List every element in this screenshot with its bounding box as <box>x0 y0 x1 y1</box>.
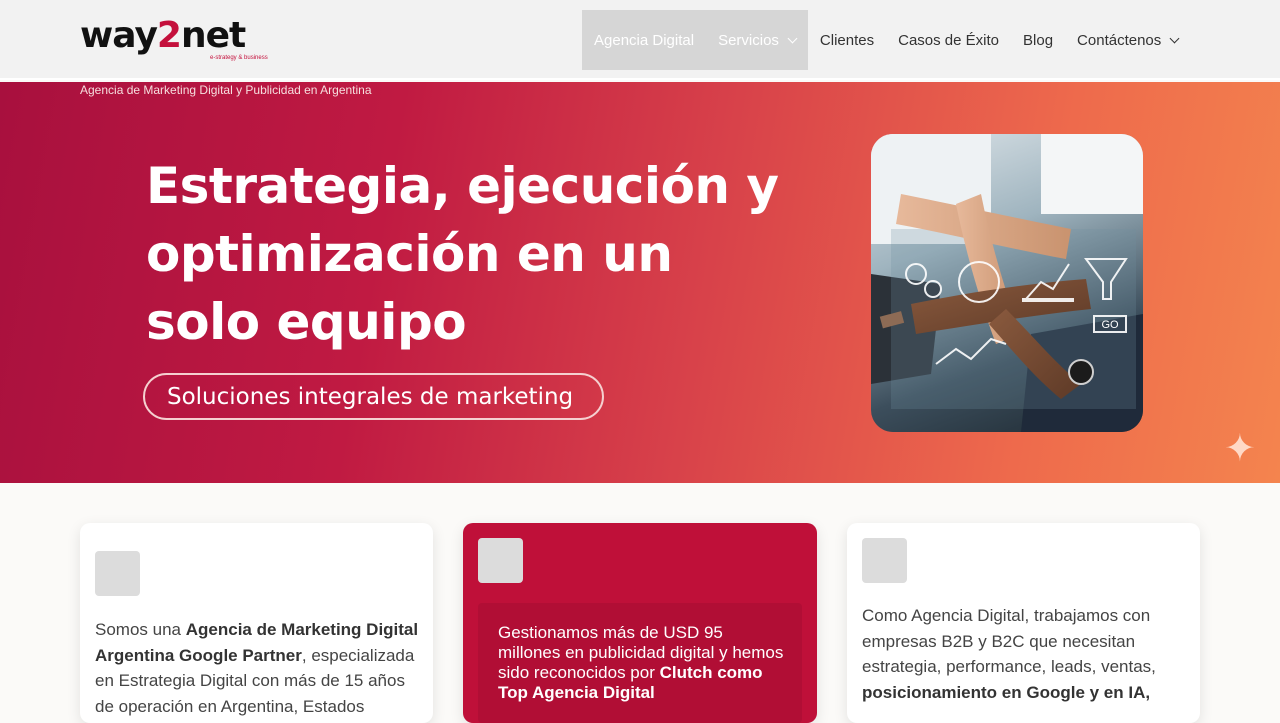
card-2-text: Gestionamos más de USD 95 millones en pu… <box>498 623 784 702</box>
hero-banner: Agencia de Marketing Digital y Publicida… <box>0 82 1280 483</box>
card-icon-placeholder <box>862 538 907 583</box>
way2net-logo[interactable]: way2net e-strategy & business <box>80 14 280 64</box>
chevron-down-icon <box>787 33 798 43</box>
nav-active-group: Agencia Digital Servicios <box>582 10 808 70</box>
site-header: way2net e-strategy & business Agencia Di… <box>0 0 1280 80</box>
logo-wordmark: way2net <box>80 15 246 56</box>
hero-headline: Estrategia, ejecución y optimización en … <box>146 157 779 351</box>
breadcrumb: Agencia de Marketing Digital y Publicida… <box>80 83 372 97</box>
chevron-down-icon <box>1169 33 1180 43</box>
card-icon-placeholder <box>478 538 523 583</box>
hero-pill-button[interactable]: Soluciones integrales de marketing <box>143 373 604 420</box>
feature-card-1: Somos una Agencia de Marketing Digital A… <box>80 523 433 723</box>
nav-item-contactenos[interactable]: Contáctenos <box>1065 10 1190 70</box>
go-label: GO <box>1101 319 1119 331</box>
hero-teamwork-image: GO <box>871 134 1143 432</box>
feature-card-3: Como Agencia Digital, trabajamos con emp… <box>847 523 1200 723</box>
nav-item-clientes[interactable]: Clientes <box>808 10 886 70</box>
feature-cards: Somos una Agencia de Marketing Digital A… <box>0 483 1280 723</box>
feature-card-2: Gestionamos más de USD 95 millones en pu… <box>463 523 817 723</box>
logo-tagline: e-strategy & business <box>210 55 268 61</box>
card-icon-placeholder <box>95 551 140 596</box>
card-3-text: Como Agencia Digital, trabajamos con emp… <box>862 606 1156 702</box>
card-1-text: Somos una Agencia de Marketing Digital A… <box>95 620 419 716</box>
nav-item-casos-de-exito[interactable]: Casos de Éxito <box>886 10 1011 70</box>
nav-item-blog[interactable]: Blog <box>1011 10 1065 70</box>
sparkle-icon: ✦ <box>1224 428 1256 470</box>
nav-item-agencia-digital[interactable]: Agencia Digital <box>582 10 707 70</box>
nav-item-servicios[interactable]: Servicios <box>706 10 808 70</box>
main-nav: Agencia Digital Servicios Clientes Casos… <box>582 10 1190 70</box>
card-2-highlight-box: Gestionamos más de USD 95 millones en pu… <box>478 603 802 723</box>
